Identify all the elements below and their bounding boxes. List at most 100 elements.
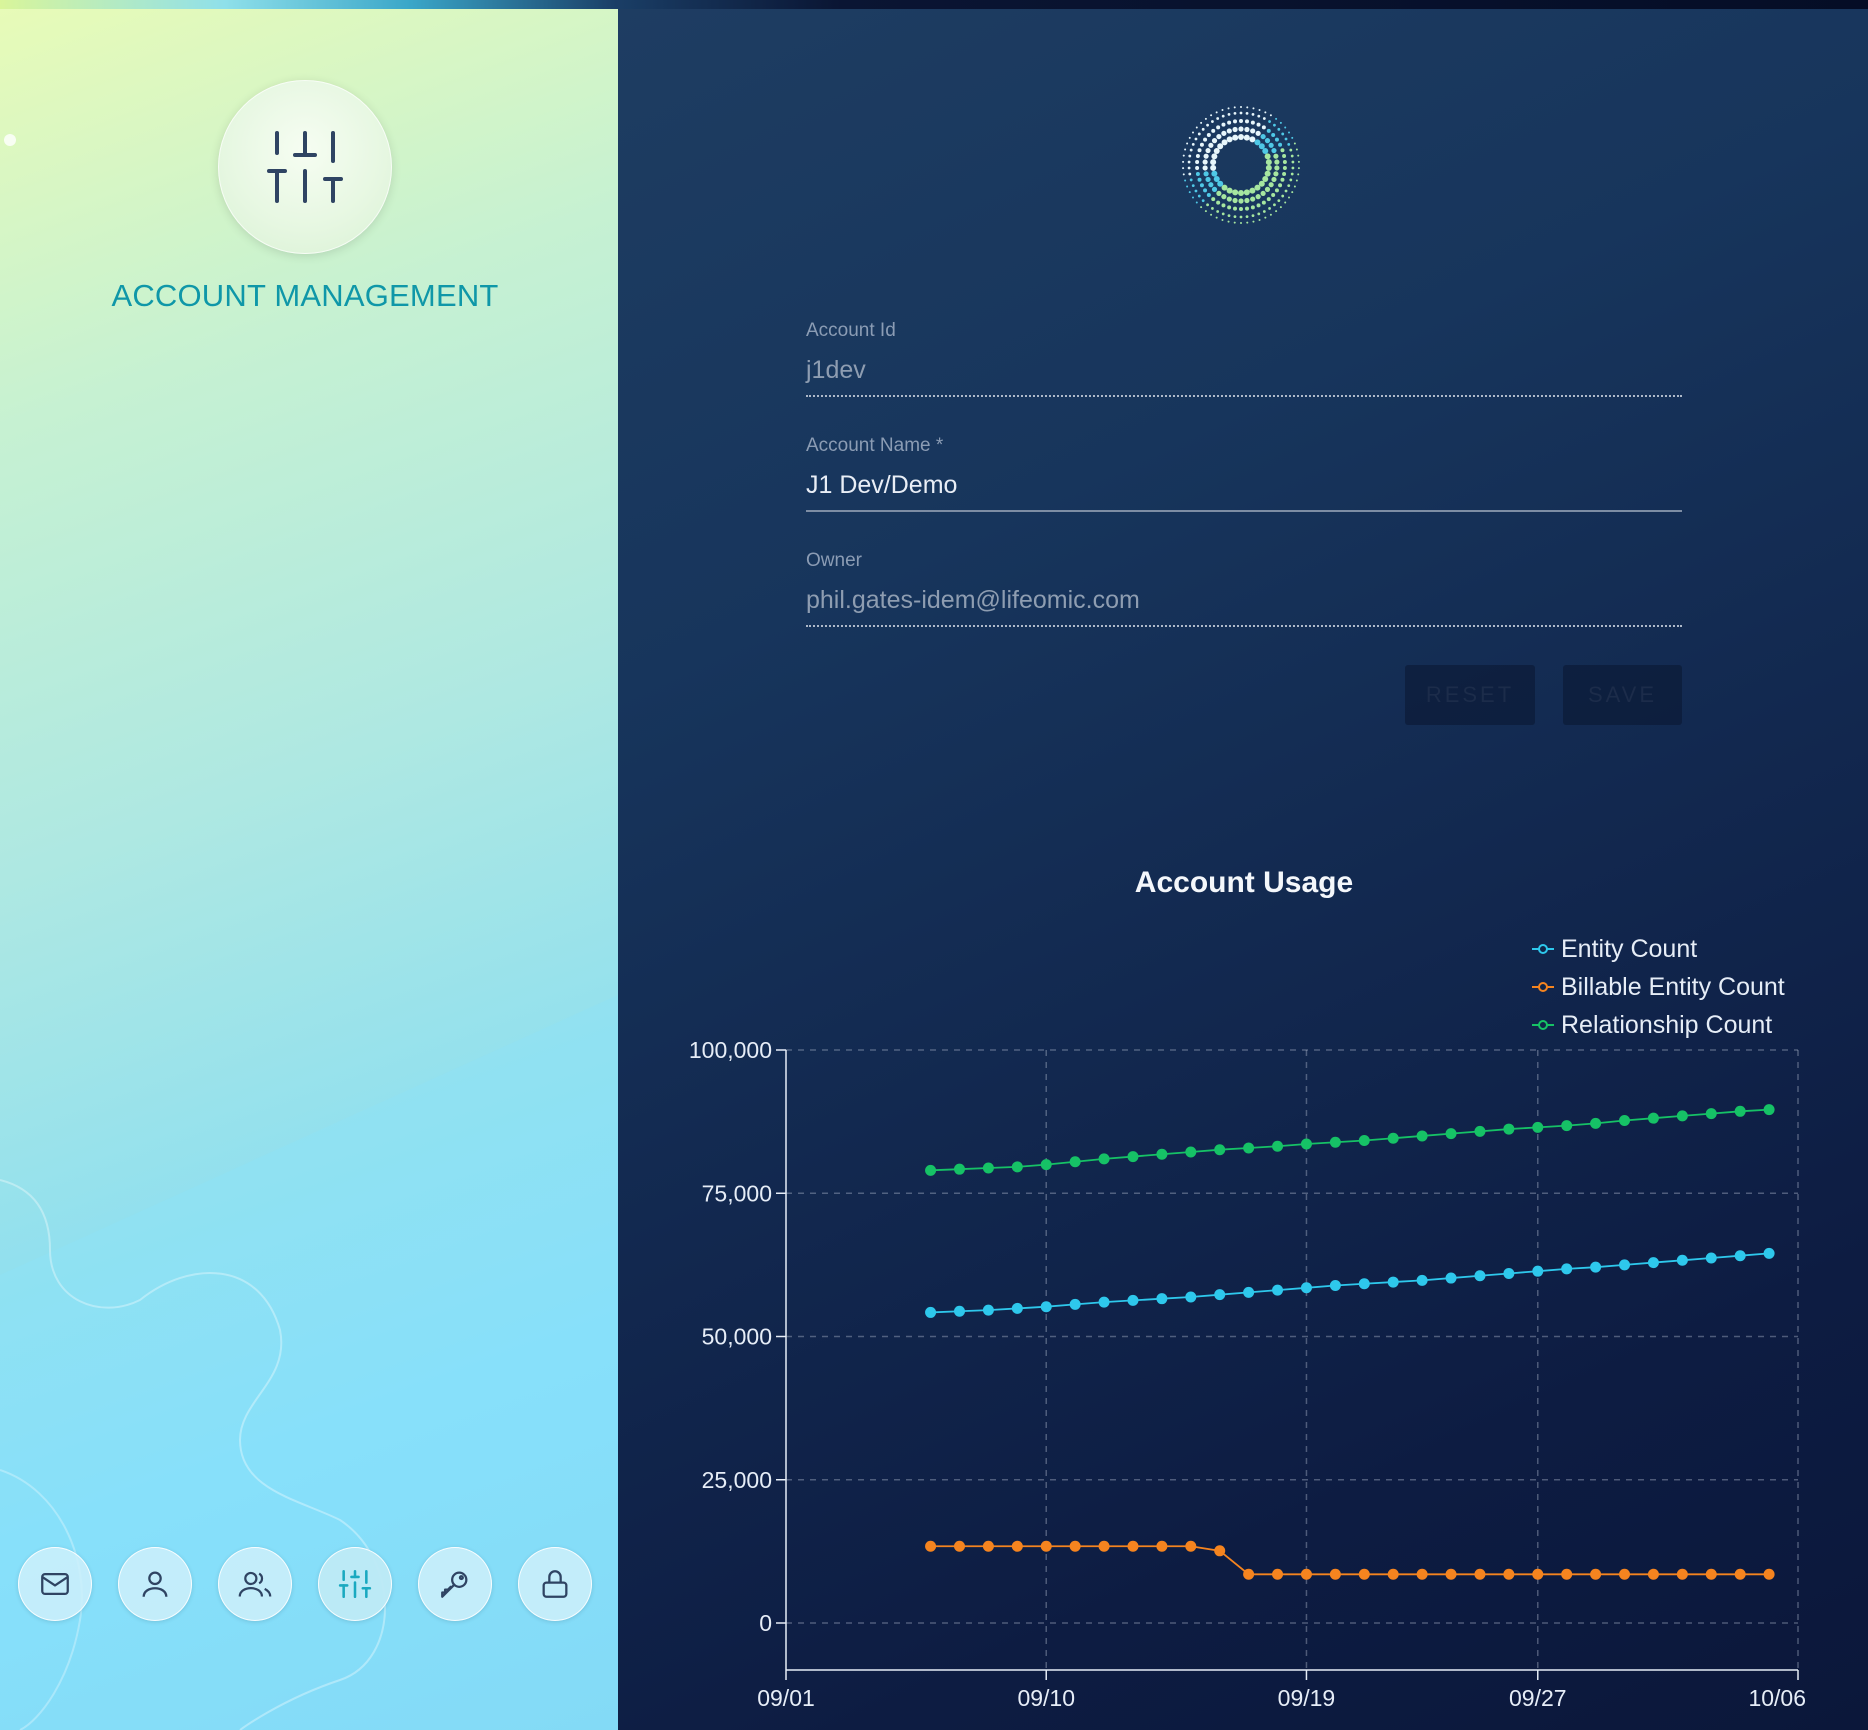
data-point-entity-count [1127, 1294, 1139, 1306]
data-point-relationship-count [1011, 1161, 1023, 1173]
account-usage-chart: 100,000 75,000 50,000 25,000 0 09/01 09/10 09/1… [689, 1037, 1806, 1711]
data-point-relationship-count [1358, 1135, 1370, 1147]
data-point-relationship-count [1069, 1156, 1081, 1168]
data-point-entity-count [1300, 1282, 1312, 1294]
data-point-relationship-count [1329, 1136, 1341, 1148]
data-point-billable-entity-count [1069, 1540, 1081, 1552]
data-point-entity-count [1329, 1280, 1341, 1292]
data-point-relationship-count [925, 1164, 937, 1176]
data-point-billable-entity-count [1040, 1540, 1052, 1552]
data-point-relationship-count [1300, 1138, 1312, 1150]
data-point-entity-count [953, 1305, 965, 1317]
data-point-billable-entity-count [1705, 1568, 1717, 1580]
x-tick-label: 10/06 [1748, 1685, 1806, 1711]
data-point-entity-count [1416, 1274, 1428, 1286]
data-point-relationship-count [1387, 1132, 1399, 1144]
data-point-entity-count [1647, 1257, 1659, 1269]
data-point-relationship-count [1647, 1112, 1659, 1124]
x-tick-label: 09/01 [757, 1685, 815, 1711]
data-point-entity-count [1214, 1289, 1226, 1301]
y-tick-label: 75,000 [702, 1180, 772, 1206]
data-point-relationship-count [953, 1163, 965, 1175]
data-point-billable-entity-count [953, 1540, 965, 1552]
series-line-billable-entity-count [930, 1545, 1770, 1576]
data-point-relationship-count [1763, 1104, 1775, 1116]
data-point-entity-count [1098, 1296, 1110, 1308]
data-point-entity-count [1734, 1250, 1746, 1262]
data-point-billable-entity-count [1156, 1540, 1168, 1552]
data-point-entity-count [1503, 1267, 1515, 1279]
data-point-billable-entity-count [1127, 1540, 1139, 1552]
series-line-entity-count [930, 1252, 1770, 1314]
data-point-entity-count [1763, 1247, 1775, 1259]
y-tick-label: 100,000 [689, 1037, 772, 1063]
data-point-entity-count [1532, 1265, 1544, 1277]
data-point-entity-count [1243, 1286, 1255, 1298]
data-point-entity-count [982, 1304, 994, 1316]
data-point-relationship-count [1185, 1146, 1197, 1158]
data-point-relationship-count [1445, 1128, 1457, 1140]
data-point-entity-count [925, 1306, 937, 1318]
data-point-entity-count [1561, 1263, 1573, 1275]
data-point-relationship-count [1272, 1140, 1284, 1152]
data-point-billable-entity-count [1561, 1568, 1573, 1580]
data-point-entity-count [1272, 1284, 1284, 1296]
data-point-relationship-count [1561, 1120, 1573, 1132]
data-point-entity-count [1185, 1291, 1197, 1303]
data-point-billable-entity-count [1272, 1568, 1284, 1580]
data-point-relationship-count [1676, 1110, 1688, 1122]
data-point-billable-entity-count [1590, 1568, 1602, 1580]
data-point-billable-entity-count [1734, 1568, 1746, 1580]
data-point-relationship-count [1503, 1123, 1515, 1135]
data-point-entity-count [1445, 1272, 1457, 1284]
x-tick-label: 09/19 [1278, 1685, 1336, 1711]
data-point-relationship-count [1214, 1144, 1226, 1156]
data-point-entity-count [1069, 1298, 1081, 1310]
data-point-entity-count [1676, 1254, 1688, 1266]
data-point-billable-entity-count [1503, 1568, 1515, 1580]
data-point-billable-entity-count [1329, 1568, 1341, 1580]
data-point-billable-entity-count [1358, 1568, 1370, 1580]
data-point-billable-entity-count [1300, 1568, 1312, 1580]
data-point-billable-entity-count [1011, 1540, 1023, 1552]
x-tick-label: 09/27 [1509, 1685, 1567, 1711]
data-point-billable-entity-count [1243, 1568, 1255, 1580]
data-point-billable-entity-count [1532, 1568, 1544, 1580]
data-point-billable-entity-count [1387, 1568, 1399, 1580]
data-point-relationship-count [1590, 1117, 1602, 1129]
data-point-relationship-count [1127, 1151, 1139, 1163]
data-point-billable-entity-count [1185, 1540, 1197, 1552]
top-gradient-bar [0, 0, 1868, 9]
data-point-billable-entity-count [1445, 1568, 1457, 1580]
data-point-entity-count [1358, 1278, 1370, 1290]
data-point-billable-entity-count [1619, 1568, 1631, 1580]
data-point-relationship-count [1734, 1105, 1746, 1117]
data-point-relationship-count [1040, 1159, 1052, 1171]
data-point-entity-count [1040, 1301, 1052, 1313]
y-tick-label: 50,000 [702, 1324, 772, 1350]
data-point-entity-count [1011, 1302, 1023, 1314]
data-point-relationship-count [1243, 1142, 1255, 1154]
y-tick-label: 25,000 [702, 1467, 772, 1493]
data-point-relationship-count [1416, 1130, 1428, 1142]
data-point-relationship-count [982, 1162, 994, 1174]
data-point-billable-entity-count [1763, 1568, 1775, 1580]
data-point-entity-count [1590, 1261, 1602, 1273]
data-point-entity-count [1619, 1259, 1631, 1271]
data-point-billable-entity-count [1647, 1568, 1659, 1580]
series-line-relationship-count [930, 1108, 1770, 1172]
data-point-entity-count [1156, 1293, 1168, 1305]
data-point-relationship-count [1619, 1114, 1631, 1126]
data-point-billable-entity-count [1676, 1568, 1688, 1580]
data-point-relationship-count [1098, 1153, 1110, 1165]
data-point-billable-entity-count [1416, 1568, 1428, 1580]
data-point-billable-entity-count [1474, 1568, 1486, 1580]
x-tick-label: 09/10 [1017, 1685, 1075, 1711]
data-point-relationship-count [1474, 1125, 1486, 1137]
data-point-relationship-count [1705, 1108, 1717, 1120]
data-point-billable-entity-count [1214, 1545, 1226, 1557]
data-point-billable-entity-count [1098, 1540, 1110, 1552]
data-point-entity-count [1474, 1270, 1486, 1282]
data-point-relationship-count [1532, 1121, 1544, 1133]
data-point-relationship-count [1156, 1148, 1168, 1160]
